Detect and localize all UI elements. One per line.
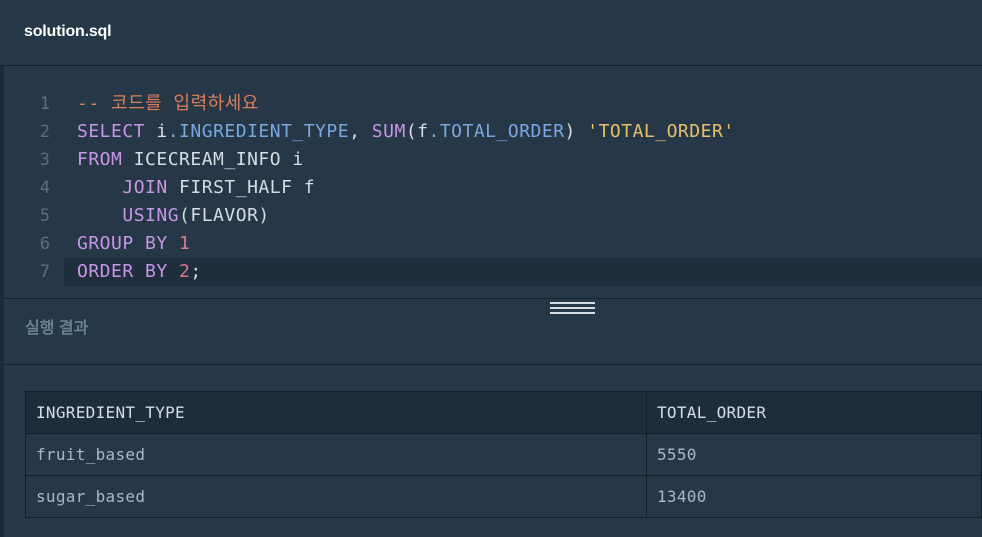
line-number: 5	[39, 206, 50, 226]
file-tab-header: solution.sql	[0, 0, 982, 66]
code-token: ORDER BY	[77, 261, 168, 282]
code-token: (f	[405, 121, 429, 142]
column-header-total-order: TOTAL_ORDER	[646, 391, 982, 434]
code-token: GROUP BY	[77, 233, 168, 254]
result-title: 실행 결과	[25, 320, 89, 337]
table-row: fruit_based 5550	[25, 433, 982, 476]
code-text: ORDER BY 2;	[77, 258, 202, 286]
table-cell: sugar_based	[25, 475, 647, 518]
editor-divider	[4, 298, 982, 299]
code-token: FIRST_HALF f	[167, 177, 316, 198]
file-tab-title[interactable]: solution.sql	[24, 20, 112, 44]
table-row: sugar_based 13400	[25, 475, 982, 518]
result-divider	[4, 364, 982, 365]
line-number: 3	[39, 150, 50, 170]
code-token: ICECREAM_INFO i	[122, 149, 304, 170]
code-token: 1	[179, 233, 191, 254]
result-table: INGREDIENT_TYPE TOTAL_ORDER fruit_based …	[25, 391, 982, 518]
code-text: USING(FLAVOR)	[77, 202, 270, 230]
code-token: USING	[122, 205, 180, 226]
code-text: GROUP BY 1	[77, 230, 190, 258]
code-text: FROM ICECREAM_INFO i	[77, 146, 304, 174]
code-token: FROM	[77, 149, 123, 170]
line-number: 2	[39, 122, 50, 142]
code-line[interactable]: 4 JOIN FIRST_HALF f	[4, 174, 982, 202]
code-token: -- 코드를 입력하세요	[77, 93, 259, 114]
code-token: ,	[349, 121, 372, 142]
code-token: .TOTAL_ORDER	[428, 121, 565, 142]
code-line[interactable]: 2 SELECT i.INGREDIENT_TYPE, SUM(f.TOTAL_O…	[4, 118, 982, 146]
line-number: 1	[39, 94, 50, 114]
code-token: (FLAVOR)	[179, 205, 270, 226]
line-number: 6	[39, 234, 50, 254]
code-text: -- 코드를 입력하세요	[77, 90, 259, 118]
line-number: 7	[39, 262, 50, 282]
code-token: ;	[190, 261, 202, 282]
line-number: 4	[39, 178, 50, 198]
code-token: .INGREDIENT_TYPE	[167, 121, 350, 142]
code-token: JOIN	[122, 177, 168, 198]
sql-editor-app: solution.sql 1 -- 코드를 입력하세요 2 SELECT i.INGR…	[0, 0, 982, 537]
code-token: i	[145, 121, 168, 142]
table-cell: fruit_based	[25, 433, 647, 476]
code-token: )	[564, 121, 588, 142]
code-line[interactable]: 6 GROUP BY 1	[4, 230, 982, 258]
table-header-row: INGREDIENT_TYPE TOTAL_ORDER	[25, 391, 982, 434]
code-token: SUM	[371, 121, 406, 142]
code-token: 2	[179, 261, 191, 282]
column-header-ingredient-type: INGREDIENT_TYPE	[25, 391, 647, 434]
code-line[interactable]: 3 FROM ICECREAM_INFO i	[4, 146, 982, 174]
code-line[interactable]: 5 USING(FLAVOR)	[4, 202, 982, 230]
code-text: JOIN FIRST_HALF f	[77, 174, 315, 202]
code-text: SELECT i.INGREDIENT_TYPE, SUM(f.TOTAL_OR…	[77, 118, 735, 146]
code-token: 'TOTAL_ORDER'	[587, 121, 735, 142]
table-cell: 13400	[646, 475, 982, 518]
code-editor[interactable]: 1 -- 코드를 입력하세요 2 SELECT i.INGREDIENT_TYPE, …	[4, 66, 982, 298]
code-token: SELECT	[77, 121, 146, 142]
table-cell: 5550	[646, 433, 982, 476]
resize-handle-icon[interactable]	[550, 302, 595, 314]
code-line[interactable]: 1 -- 코드를 입력하세요	[4, 90, 982, 118]
code-line[interactable]: 7 ORDER BY 2;	[40, 258, 982, 286]
